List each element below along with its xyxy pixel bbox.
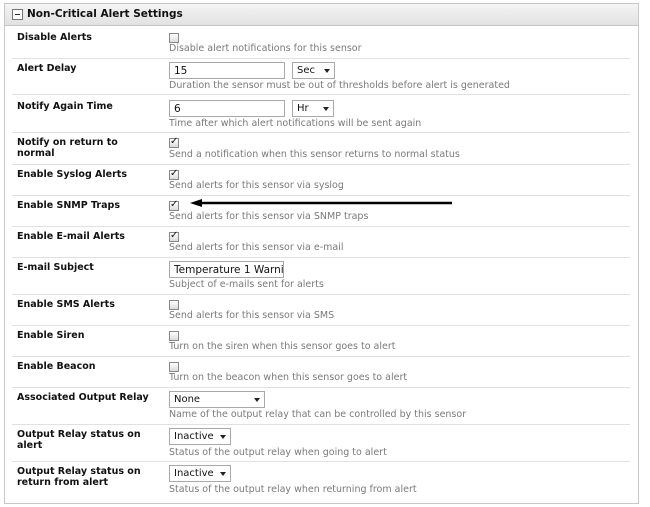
caret-down-icon (220, 472, 226, 476)
row-description: Duration the sensor must be out of thres… (169, 80, 510, 91)
row-disable-alerts: Disable Alerts Disable alert notificatio… (12, 28, 630, 59)
notify-return-checkbox[interactable] (169, 136, 179, 148)
row-enable-siren: Enable Siren Turn on the siren when this… (12, 326, 630, 357)
caret-down-icon (220, 435, 226, 439)
row-email-subject: E-mail Subject Temperature 1 Warning Sub… (12, 258, 630, 295)
row-description: Send a notification when this sensor ret… (169, 149, 460, 160)
caret-down-icon (323, 107, 329, 111)
row-description: Send alerts for this sensor via syslog (169, 180, 344, 191)
pointer-arrow-icon (190, 199, 452, 207)
row-enable-email: Enable E-mail Alerts Send alerts for thi… (12, 227, 630, 258)
row-description: Turn on the siren when this sensor goes … (169, 341, 396, 352)
output-relay-select[interactable]: None (169, 391, 265, 408)
row-label: Enable Beacon (17, 361, 96, 372)
row-description: Send alerts for this sensor via SMS (169, 310, 335, 321)
relay-status-return-select[interactable]: Inactive (169, 465, 231, 482)
row-associated-relay: Associated Output Relay None Name of the… (12, 388, 630, 425)
email-checkbox[interactable] (169, 230, 179, 242)
row-label: Notify on return to normal (17, 137, 118, 159)
row-alert-delay: Alert Delay 15 Sec Duration the sensor m… (12, 59, 630, 95)
row-enable-beacon: Enable Beacon Turn on the beacon when th… (12, 357, 630, 388)
collapse-minus-icon[interactable] (12, 9, 23, 20)
row-label: E-mail Subject (17, 262, 94, 273)
row-label: Notify Again Time (17, 101, 113, 112)
row-label: Output Relay status on return from alert (17, 466, 141, 488)
row-description: Status of the output relay when returnin… (169, 484, 417, 495)
row-label: Associated Output Relay (17, 392, 149, 403)
notify-again-input[interactable]: 6 (169, 100, 285, 117)
notify-again-unit-select[interactable]: Hr (292, 100, 334, 117)
row-description: Name of the output relay that can be con… (169, 409, 467, 420)
row-notify-on-return: Notify on return to normal Send a notifi… (12, 133, 630, 165)
select-value: None (174, 394, 201, 405)
row-description: Status of the output relay when going to… (169, 447, 387, 458)
row-label: Enable SMS Alerts (17, 299, 115, 310)
row-label: Enable Siren (17, 330, 85, 341)
row-description: Turn on the beacon when this sensor goes… (169, 372, 408, 383)
caret-down-icon (324, 69, 330, 73)
alert-delay-input[interactable]: 15 (169, 62, 285, 79)
row-label: Output Relay status on alert (17, 429, 141, 451)
row-description: Send alerts for this sensor via e-mail (169, 242, 344, 253)
select-value: Sec (297, 65, 315, 76)
row-description: Time after which alert notifications wil… (169, 118, 422, 129)
syslog-checkbox[interactable] (169, 168, 179, 180)
row-notify-again-time: Notify Again Time 6 Hr Time after which … (12, 95, 630, 133)
row-enable-syslog: Enable Syslog Alerts Send alerts for thi… (12, 165, 630, 196)
email-subject-input[interactable]: Temperature 1 Warning (169, 261, 284, 278)
row-label: Enable SNMP Traps (17, 200, 120, 211)
siren-checkbox[interactable] (169, 331, 179, 341)
row-relay-status-return: Output Relay status on return from alert… (12, 462, 630, 498)
select-value: Inactive (174, 468, 214, 479)
row-relay-status-alert: Output Relay status on alert Inactive St… (12, 425, 630, 462)
alert-delay-unit-select[interactable]: Sec (292, 62, 335, 79)
row-enable-sms: Enable SMS Alerts Send alerts for this s… (12, 295, 630, 326)
disable-alerts-checkbox[interactable] (169, 33, 179, 43)
row-description: Disable alert notifications for this sen… (169, 43, 362, 54)
snmp-checkbox[interactable] (169, 199, 179, 211)
row-label: Disable Alerts (17, 32, 92, 43)
select-value: Inactive (174, 431, 214, 442)
relay-status-alert-select[interactable]: Inactive (169, 428, 231, 445)
select-value: Hr (297, 103, 309, 114)
row-description: Subject of e-mails sent for alerts (169, 279, 324, 290)
row-description: Send alerts for this sensor via SNMP tra… (169, 211, 369, 222)
row-label: Enable E-mail Alerts (17, 231, 125, 242)
row-label: Alert Delay (17, 63, 77, 74)
beacon-checkbox[interactable] (169, 362, 179, 372)
sms-checkbox[interactable] (169, 300, 179, 310)
caret-down-icon (254, 398, 260, 402)
row-label: Enable Syslog Alerts (17, 169, 127, 180)
panel-header[interactable]: Non-Critical Alert Settings (5, 4, 638, 26)
panel-title: Non-Critical Alert Settings (27, 8, 183, 20)
